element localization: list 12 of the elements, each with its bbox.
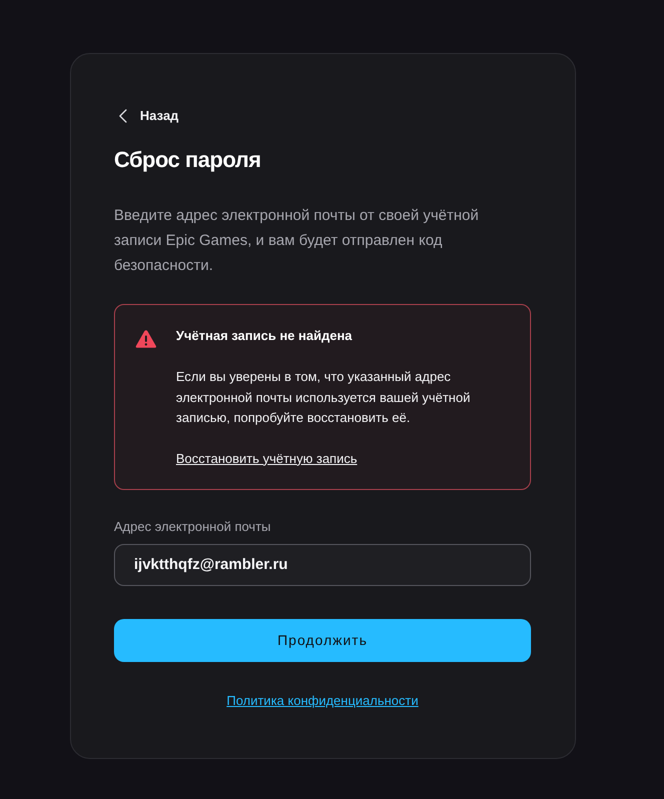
page-title: Сброс пароля: [114, 146, 262, 174]
warning-icon: [135, 329, 157, 349]
chevron-left-icon: [119, 109, 127, 123]
privacy-policy-link[interactable]: Политика конфиденциальности: [226, 692, 418, 708]
description-text: Введите адрес электронной почты от своей учётной записи Epic Games, и вам будет отправлен код безопасности.: [114, 206, 480, 276]
email-input[interactable]: ijvktthqfz@rambler.ru: [114, 544, 531, 586]
alert-message: Если вы уверены в том, что указанный адрес электронной почты используется вашей учётной записью, попробуйте восстановить её.: [176, 368, 472, 427]
email-label: Адрес электронной почты: [114, 518, 272, 534]
restore-account-link[interactable]: Восстановить учётную запись: [176, 450, 358, 468]
alert-title: Учётная запись не найдена: [176, 327, 352, 345]
back-link[interactable]: Назад: [114, 106, 179, 126]
continue-button[interactable]: Продолжить: [114, 618, 531, 662]
